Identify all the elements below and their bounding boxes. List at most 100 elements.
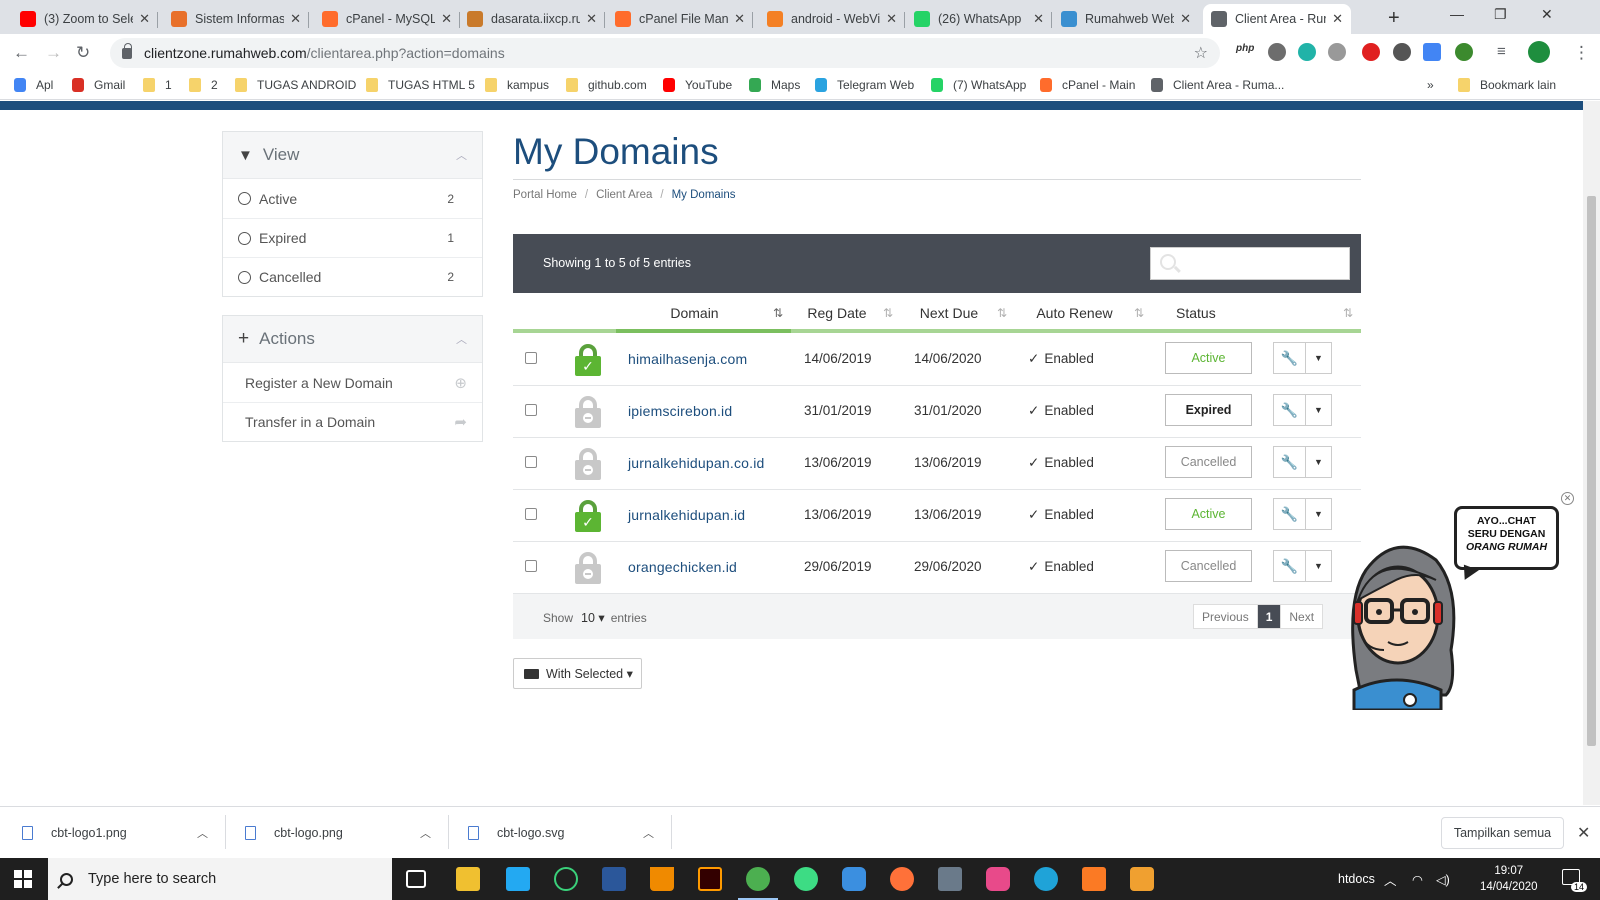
firefox-icon[interactable] [890,867,914,891]
row-checkbox[interactable] [525,560,537,572]
radio-button[interactable] [238,270,251,284]
with-selected-button[interactable]: With Selected ▾ [513,658,642,689]
profile-avatar[interactable] [1528,41,1550,63]
illustrator-icon[interactable] [698,867,722,891]
column-header-auto-renew[interactable]: Auto Renew ⇅ [1015,293,1152,333]
table-search-input[interactable] [1150,247,1350,280]
close-tab-icon[interactable]: ✕ [1180,11,1191,27]
xampp-icon[interactable] [1082,867,1106,891]
upwork-icon[interactable] [554,867,578,891]
android-studio-icon[interactable] [794,867,818,891]
vscode-icon[interactable] [506,867,530,891]
previous-page-button[interactable]: Previous [1194,605,1258,628]
browser-tab[interactable]: cPanel - MySQL® ✕ [314,4,460,34]
bookmark-item[interactable]: YouTube [663,78,732,92]
column-header-reg-date[interactable]: Reg Date ⇅ [791,293,901,333]
translate-extension-icon[interactable] [1423,43,1441,61]
chat-close-icon[interactable]: ✕ [1561,492,1574,505]
live-chat-widget[interactable]: AYO...CHAT SERU DENGAN ORANG RUMAH ✕ [1336,490,1586,710]
bookmark-item[interactable]: github.com [566,78,647,92]
column-header-status[interactable]: Status ⇅ [1152,293,1361,333]
caret-down-icon[interactable]: ▼ [1306,551,1331,581]
filter-expired[interactable]: Expired 1 [223,218,482,257]
download-item[interactable]: cbt-logo1.png ︿ [22,815,226,849]
vlc-icon[interactable] [650,867,674,891]
domain-link[interactable]: himailhasenja.com [628,351,747,367]
bookmark-item[interactable]: cPanel - Main [1040,78,1135,92]
domain-link[interactable]: ipiemscirebon.id [628,403,732,419]
bookmark-item[interactable]: Telegram Web [815,78,914,92]
wifi-icon[interactable]: ◠ [1412,858,1423,900]
browser-tab[interactable]: Rumahweb Web ✕ [1053,4,1199,34]
wrench-icon[interactable]: 🔧 [1274,447,1306,477]
show-all-downloads-button[interactable]: Tampilkan semua [1441,817,1564,849]
wrench-icon[interactable]: 🔧 [1274,343,1306,373]
bookmark-item[interactable]: Apl [14,78,53,92]
edge-icon[interactable] [1034,867,1058,891]
chevron-up-icon[interactable]: ︿ [456,147,467,163]
row-checkbox[interactable] [525,404,537,416]
domain-link[interactable]: jurnalkehidupan.id [628,507,745,523]
browser-tab[interactable]: android - WebVi ✕ [759,4,905,34]
other-bookmarks-folder[interactable]: Bookmark lain [1458,78,1556,92]
bookmark-item[interactable]: Gmail [72,78,125,92]
page-length-select[interactable]: 10 ▾ [581,611,605,625]
caret-down-icon[interactable]: ▼ [1306,447,1331,477]
chevron-up-icon[interactable]: ︿ [420,825,431,841]
reload-icon[interactable]: ↻ [76,43,90,63]
taskbar-clock[interactable]: 19:07 14/04/2020 [1480,863,1538,895]
windows-start-icon[interactable] [14,870,32,888]
chrome-icon[interactable] [738,867,778,900]
scrollbar-thumb[interactable] [1587,196,1596,746]
network-app-icon[interactable] [938,867,962,891]
taskbar-search-box[interactable]: Type here to search [48,858,392,900]
browser-tab[interactable]: dasarata.iixcp.ru ✕ [459,4,605,34]
close-window-button[interactable]: ✕ [1541,6,1553,23]
page-1-button[interactable]: 1 [1257,605,1282,628]
domain-link[interactable]: orangechicken.id [628,559,737,575]
close-tab-icon[interactable]: ✕ [139,11,150,27]
bookmark-item[interactable]: TUGAS ANDROID [235,78,356,92]
caret-down-icon[interactable]: ▼ [1306,499,1331,529]
browser-tab[interactable]: (26) WhatsApp ✕ [906,4,1052,34]
minimize-button[interactable]: — [1450,6,1464,22]
filter-cancelled[interactable]: Cancelled 2 [223,257,482,296]
address-bar[interactable]: clientzone.rumahweb.com /clientarea.php?… [110,38,1220,68]
notification-center-icon[interactable]: 14 [1562,869,1587,892]
browser-tab[interactable]: cPanel File Mana ✕ [607,4,753,34]
row-checkbox[interactable] [525,456,537,468]
bookmark-item[interactable]: Client Area - Ruma... [1151,78,1284,92]
new-tab-button[interactable]: + [1388,7,1400,30]
restore-button[interactable]: ❐ [1494,6,1507,23]
breadcrumb-client-area[interactable]: Client Area [596,189,652,201]
filter-active[interactable]: Active 2 [223,179,482,218]
caret-down-icon[interactable]: ▼ [1306,395,1331,425]
wrench-icon[interactable]: 🔧 [1274,395,1306,425]
bookmarks-overflow-button[interactable]: » [1427,78,1434,92]
chat-app-icon[interactable] [986,867,1010,891]
close-tab-icon[interactable]: ✕ [1332,11,1343,27]
m-extension-icon[interactable] [1298,43,1316,61]
bookmark-item[interactable]: (7) WhatsApp [931,78,1026,92]
close-tab-icon[interactable]: ✕ [586,11,597,27]
column-header-next-due[interactable]: Next Due ⇅ [901,293,1015,333]
task-view-icon[interactable] [406,870,426,888]
back-icon[interactable]: ← [13,43,30,63]
download-item[interactable]: cbt-logo.png ︿ [245,815,449,849]
app-blue-icon[interactable] [842,867,866,891]
close-tab-icon[interactable]: ✕ [441,11,452,27]
row-checkbox[interactable] [525,508,537,520]
close-download-bar-icon[interactable]: ✕ [1577,823,1590,843]
word-icon[interactable] [602,867,626,891]
actions-panel-header[interactable]: + Actions ︿ [223,316,482,363]
close-tab-icon[interactable]: ✕ [734,11,745,27]
bookmark-item[interactable]: TUGAS HTML 5 [366,78,475,92]
adblock-extension-icon[interactable] [1393,43,1411,61]
view-panel-header[interactable]: ▼ View ︿ [223,132,482,179]
tray-chevron-up-icon[interactable]: ︿ [1384,858,1397,900]
file-explorer-icon[interactable] [456,867,480,891]
download-item[interactable]: cbt-logo.svg ︿ [468,815,672,849]
reading-list-icon[interactable]: ≡ [1497,43,1515,61]
caret-down-icon[interactable]: ▼ [1306,343,1331,373]
domain-link[interactable]: jurnalkehidupan.co.id [628,455,765,471]
